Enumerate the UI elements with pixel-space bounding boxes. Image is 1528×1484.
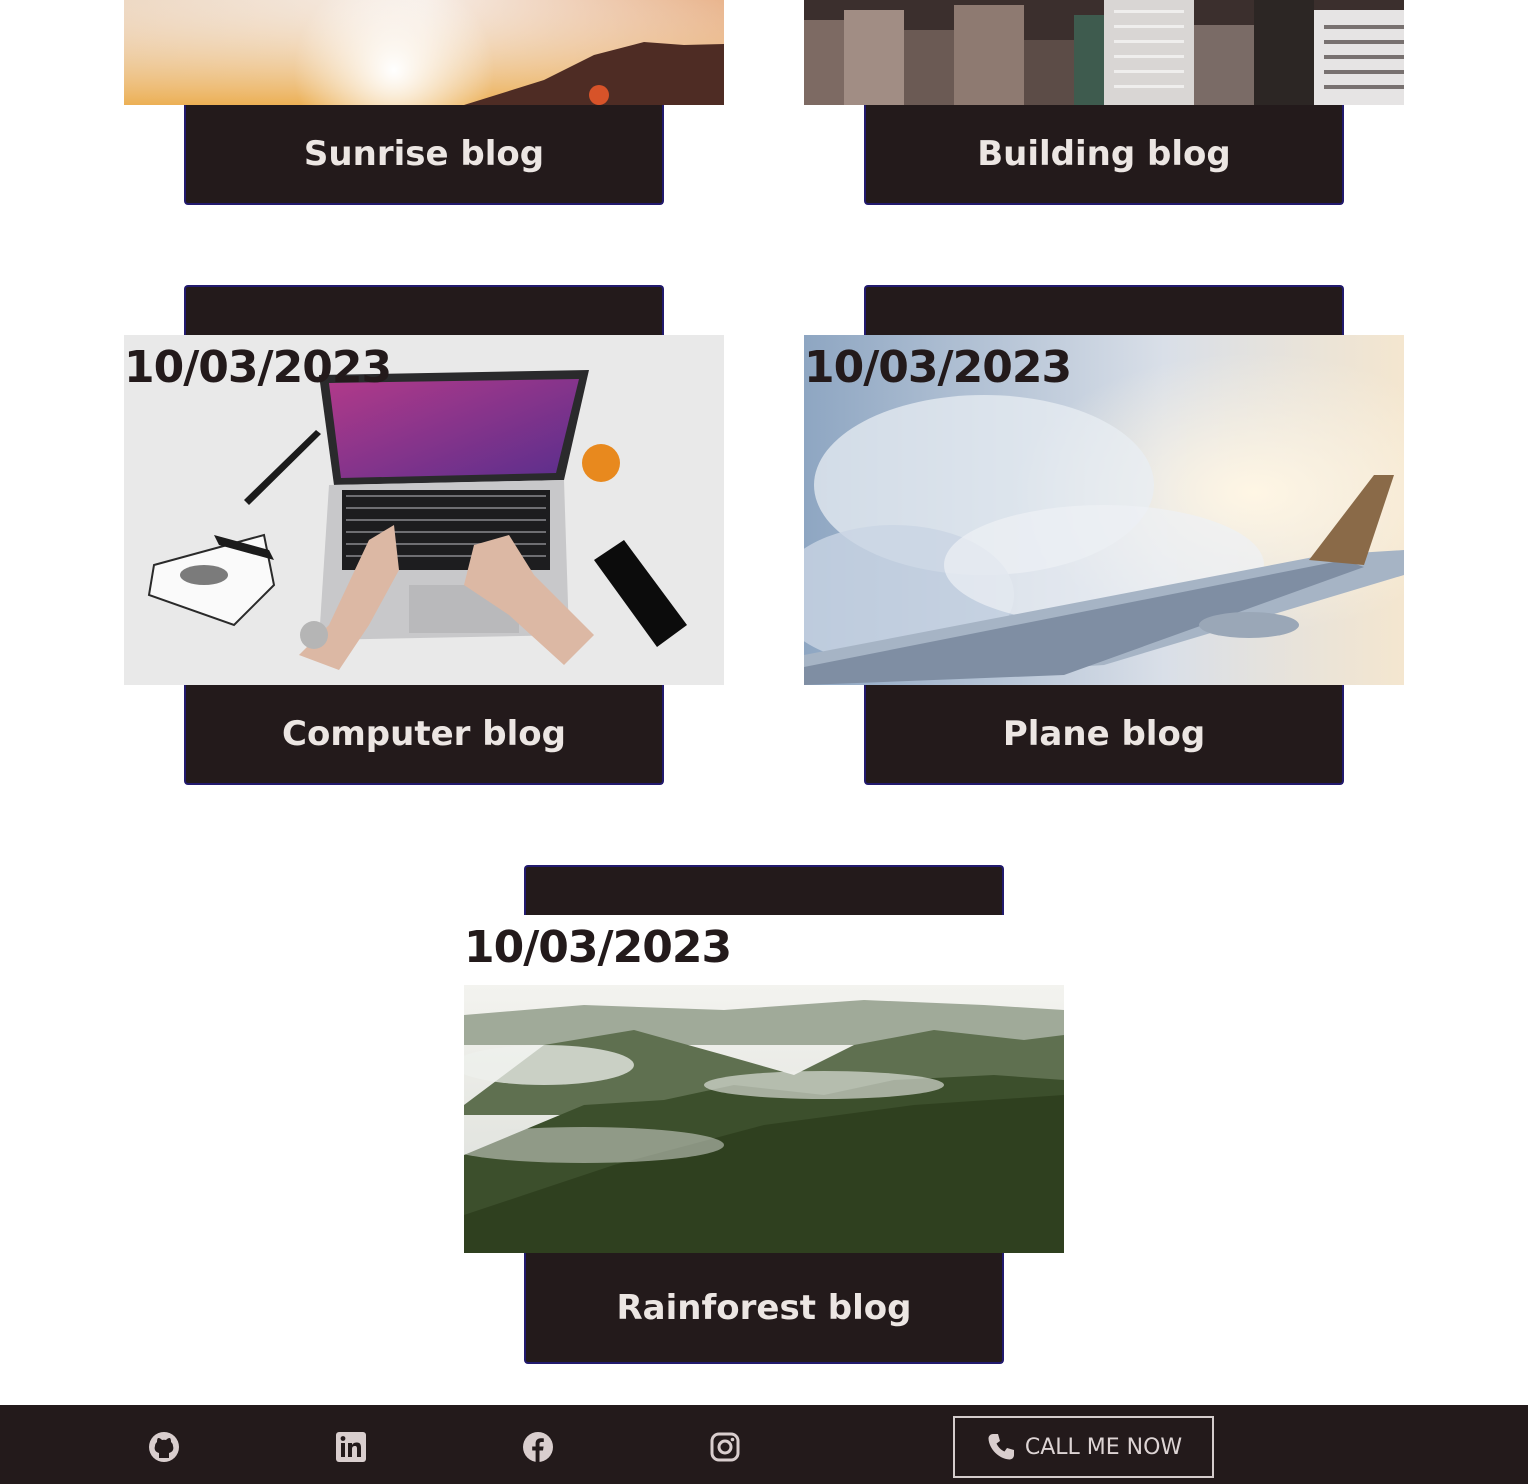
github-icon[interactable]	[148, 1431, 180, 1463]
post-date: 10/03/2023	[464, 922, 732, 973]
post-title-box[interactable]: Plane blog	[864, 685, 1344, 785]
post-date: 10/03/2023	[804, 342, 1072, 393]
post-title: Plane blog	[1002, 714, 1206, 754]
post-title-box[interactable]: Computer blog	[184, 685, 664, 785]
instagram-icon[interactable]	[709, 1431, 741, 1463]
post-title: Computer blog	[282, 714, 566, 754]
card-header	[864, 285, 1344, 335]
call-me-now-button[interactable]: CALL ME NOW	[953, 1416, 1214, 1478]
card-header	[524, 865, 1004, 915]
phone-icon	[985, 1431, 1017, 1463]
footer: CALL ME NOW	[0, 1405, 1528, 1484]
city-buildings-photo	[804, 0, 1404, 105]
facebook-icon[interactable]	[522, 1431, 554, 1463]
forest-hills-photo	[464, 985, 1064, 1253]
post-date: 10/03/2023	[124, 342, 392, 393]
post-title-box[interactable]: Sunrise blog	[184, 105, 664, 205]
post-title: Rainforest blog	[616, 1287, 912, 1328]
post-title: Sunrise blog	[303, 134, 545, 174]
call-button-label: CALL ME NOW	[1024, 1434, 1183, 1460]
post-title-box[interactable]: Rainforest blog	[524, 1253, 1004, 1364]
linkedin-icon[interactable]	[335, 1431, 367, 1463]
card-header	[184, 285, 664, 335]
post-title-box[interactable]: Building blog	[864, 105, 1344, 205]
post-title: Building blog	[977, 134, 1231, 174]
sunrise-photo	[124, 0, 724, 105]
